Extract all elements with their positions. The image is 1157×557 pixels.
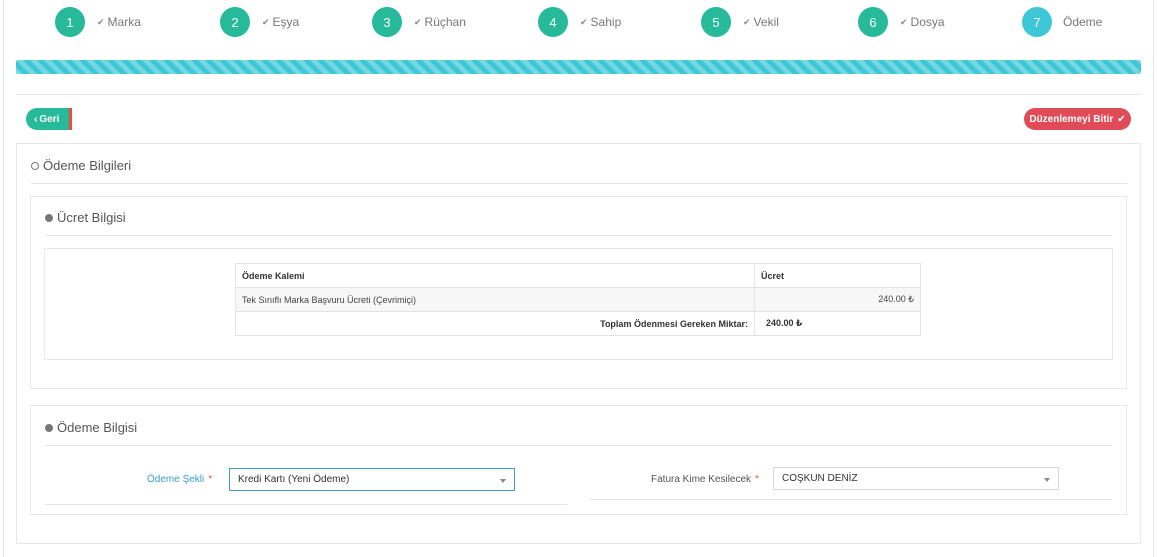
divider: [16, 94, 1141, 95]
check-icon: ✔: [743, 17, 751, 28]
divider: [31, 183, 1127, 184]
finish-button-label: Düzenlemeyi Bitir: [1029, 114, 1113, 125]
step-number: 7: [1022, 7, 1052, 37]
step-label: Rüçhan: [425, 15, 466, 29]
step-label: Marka: [108, 15, 141, 29]
invoice-recipient-label-text: Fatura Kime Kesilecek: [651, 474, 751, 485]
divider: [45, 445, 1112, 446]
payment-info-title-text: Ödeme Bilgileri: [43, 158, 131, 173]
caret-down-icon: [1044, 478, 1050, 482]
wizard-step-4[interactable]: 4 ✔ Sahip: [538, 7, 621, 37]
step-number: 2: [220, 7, 250, 37]
wizard-step-6[interactable]: 6 ✔ Dosya: [858, 7, 945, 37]
divider: [589, 499, 1112, 500]
wizard-steps: 1 ✔ Marka 2 ✔ Eşya 3 ✔ Rüçhan 4 ✔ Sahip …: [0, 0, 1157, 50]
required-mark: *: [208, 474, 212, 485]
wizard-step-5[interactable]: 5 ✔ Vekil: [701, 7, 779, 37]
payment-method-value: Kredi Kartı (Yeni Ödeme): [238, 474, 349, 485]
step-label: Vekil: [754, 15, 779, 29]
table-row: Tek Sınıflı Marka Başvuru Ücreti (Çevrim…: [236, 288, 921, 312]
circle-outline-icon: [31, 162, 39, 170]
check-icon: ✔: [262, 17, 270, 28]
step-label: Dosya: [911, 15, 945, 29]
circle-filled-icon: [45, 424, 53, 432]
fee-info-title: Ücret Bilgisi: [45, 210, 126, 225]
wizard-progress-fill: [16, 60, 1141, 74]
check-icon: ✔: [900, 17, 908, 28]
step-number: 1: [55, 7, 85, 37]
invoice-recipient-select[interactable]: COŞKUN DENİZ: [773, 467, 1059, 490]
wizard-step-7[interactable]: 7 Ödeme: [1022, 7, 1102, 37]
wizard-step-2[interactable]: 2 ✔ Eşya: [220, 7, 299, 37]
total-value-cell: 240.00 ₺: [755, 312, 921, 336]
check-icon: ✔: [580, 17, 588, 28]
payment-method-select[interactable]: Kredi Kartı (Yeni Ödeme): [229, 468, 515, 491]
wizard-step-3[interactable]: 3 ✔ Rüçhan: [372, 7, 466, 37]
step-number: 6: [858, 7, 888, 37]
payment-method-title-text: Ödeme Bilgisi: [57, 420, 137, 435]
divider: [45, 235, 1112, 236]
check-icon: ✔: [1117, 114, 1125, 125]
fee-value-cell: 240.00 ₺: [755, 288, 921, 312]
total-label-cell: Toplam Ödenmesi Gereken Miktar:: [236, 312, 755, 336]
column-header: Ödeme Kalemi: [236, 264, 755, 288]
payment-info-title: Ödeme Bilgileri: [31, 158, 131, 173]
finish-editing-button[interactable]: Düzenlemeyi Bitir ✔: [1024, 108, 1131, 130]
step-label: Sahip: [591, 15, 622, 29]
check-icon: ✔: [414, 17, 422, 28]
wizard-step-1[interactable]: 1 ✔ Marka: [55, 7, 141, 37]
invoice-recipient-value: COŞKUN DENİZ: [782, 473, 858, 484]
table-header-row: Ödeme Kalemi Ücret: [236, 264, 921, 288]
back-button-label: Geri: [39, 114, 59, 125]
chevron-left-icon: ‹: [34, 114, 37, 125]
divider: [45, 504, 567, 505]
payment-method-title: Ödeme Bilgisi: [45, 420, 137, 435]
check-icon: ✔: [97, 17, 105, 28]
step-label: Eşya: [273, 15, 300, 29]
fee-item-cell: Tek Sınıflı Marka Başvuru Ücreti (Çevrim…: [236, 288, 755, 312]
step-number: 5: [701, 7, 731, 37]
payment-method-label-text: Ödeme Şekli: [147, 474, 204, 485]
column-header: Ücret: [755, 264, 921, 288]
payment-method-label: Ödeme Şekli *: [147, 474, 212, 485]
step-number: 3: [372, 7, 402, 37]
back-button[interactable]: ‹ Geri: [26, 108, 72, 130]
circle-filled-icon: [45, 214, 53, 222]
wizard-progress-bar: [16, 60, 1141, 74]
required-mark: *: [755, 474, 759, 485]
fee-info-title-text: Ücret Bilgisi: [57, 210, 126, 225]
table-total-row: Toplam Ödenmesi Gereken Miktar: 240.00 ₺: [236, 312, 921, 336]
fee-table: Ödeme Kalemi Ücret Tek Sınıflı Marka Baş…: [235, 263, 921, 336]
invoice-recipient-label: Fatura Kime Kesilecek *: [651, 474, 759, 485]
caret-down-icon: [500, 479, 506, 483]
step-number: 4: [538, 7, 568, 37]
step-label: Ödeme: [1063, 15, 1102, 29]
